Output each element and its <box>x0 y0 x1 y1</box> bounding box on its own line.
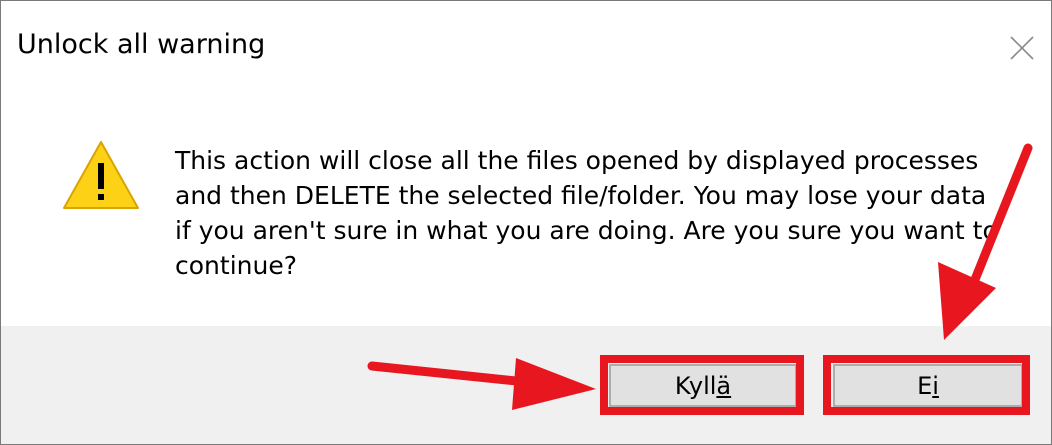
yes-button[interactable]: Kyll ä <box>609 364 797 407</box>
button-bar: Kyll ä Ei <box>1 326 1051 444</box>
close-icon[interactable] <box>1007 33 1037 63</box>
title-bar: Unlock all warning <box>1 1 1051 91</box>
dialog-title: Unlock all warning <box>17 29 266 60</box>
no-label-mnemonic: i <box>932 371 939 400</box>
yes-label-prefix: Kyll <box>674 371 717 400</box>
dialog-content: This action will close all the files ope… <box>1 91 1051 326</box>
no-button[interactable]: Ei <box>833 364 1023 407</box>
unlock-all-warning-dialog: Unlock all warning This action will clos… <box>0 0 1052 445</box>
warning-icon <box>63 141 139 209</box>
warning-message: This action will close all the files ope… <box>175 146 998 280</box>
yes-label-mnemonic: ä <box>716 371 732 400</box>
no-label-prefix: E <box>917 371 933 400</box>
